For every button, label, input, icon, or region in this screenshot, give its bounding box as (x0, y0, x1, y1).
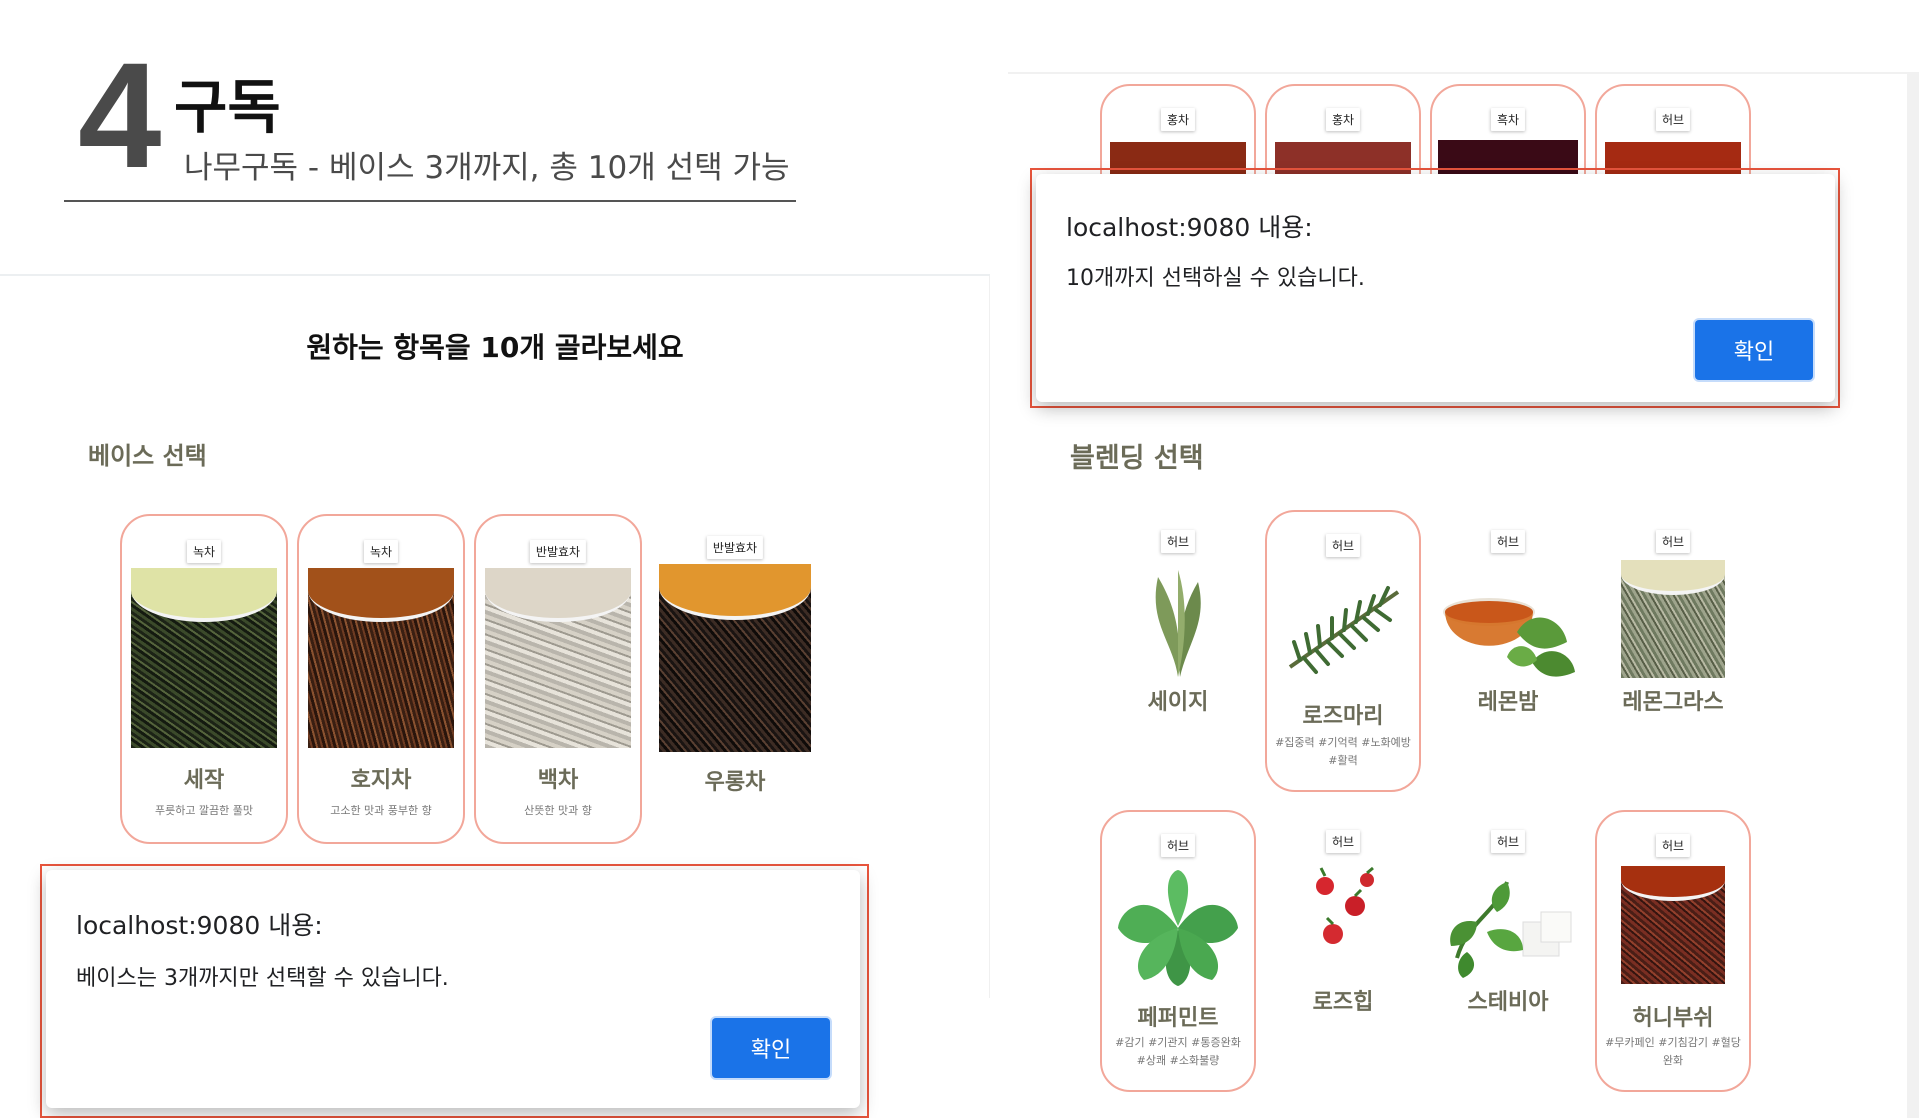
herb-description: #무카페인 #기침감기 #혈당완화 (1605, 1036, 1741, 1067)
base-card-baekcha[interactable]: 반발효차 백차 산뜻한 맛과 향 (474, 514, 642, 844)
herb-name: 레몬그라스 (1622, 690, 1724, 715)
step-number: 4 (78, 31, 161, 199)
blend-card-sage[interactable]: 허브 세이지 (1100, 510, 1256, 715)
herb-name: 페퍼민트 (1137, 1006, 1219, 1031)
base-card-hojicha[interactable]: 녹차 호지차 고소한 맛과 풍부한 향 (297, 514, 465, 844)
blend-card-honeybush[interactable]: 허브 허니부쉬 #무카페인 #기침감기 #혈당완화 (1595, 810, 1751, 1092)
blend-card-peppermint[interactable]: 허브 페퍼민트 #감기 #기관지 #통증완화 #상쾌 #소화불량 (1100, 810, 1256, 1092)
herb-name: 로즈힙 (1312, 990, 1374, 1015)
category-tag: 허브 (1655, 530, 1691, 553)
alert-confirm-button[interactable]: 확인 (1695, 320, 1813, 380)
category-tag: 허브 (1325, 534, 1361, 557)
base-section-label: 베이스 선택 (88, 442, 207, 470)
category-tag: 허브 (1655, 108, 1691, 131)
alert-message: 10개까지 선택하실 수 있습니다. (1066, 266, 1365, 291)
page-subtitle: 나무구독 - 베이스 3개까지, 총 10개 선택 가능 (184, 150, 790, 186)
herb-name: 세이지 (1147, 690, 1209, 715)
alert-title: localhost:9080 내용: (1066, 213, 1313, 242)
base-card-sejak[interactable]: 녹차 세작 푸릇하고 깔끔한 풀맛 (120, 514, 288, 844)
category-tag: 반발효차 (706, 536, 764, 559)
blend-card-rosehip[interactable]: 허브 로즈힙 (1265, 810, 1421, 1015)
title-divider (64, 200, 796, 202)
stevia-image (1450, 881, 1572, 978)
category-tag: 녹차 (363, 540, 399, 563)
sage-leaf-image (1155, 570, 1201, 677)
tea-name: 세작 (183, 768, 225, 793)
tea-description: 푸릇하고 깔끔한 풀맛 (154, 804, 254, 817)
scrollbar[interactable] (1907, 74, 1919, 1118)
page-title: 구독 (174, 73, 281, 141)
herb-name: 스테비아 (1467, 990, 1549, 1015)
panel-divider (989, 276, 990, 998)
category-tag: 흑차 (1490, 108, 1526, 131)
category-tag: 홍차 (1160, 108, 1196, 131)
category-tag: 허브 (1490, 830, 1526, 853)
blend-card-stevia[interactable]: 허브 스테비아 (1430, 810, 1586, 1015)
sejak-tea-image (131, 568, 277, 748)
category-tag: 반발효차 (529, 540, 587, 563)
blend-card-lemonbalm[interactable]: 허브 레몬밤 (1430, 510, 1586, 715)
tea-description: 고소한 맛과 풍부한 향 (330, 804, 432, 817)
tea-description: 산뜻한 맛과 향 (524, 804, 592, 817)
base-card-oolong[interactable]: 반발효차 우롱차 (651, 514, 819, 844)
honeybush-image (1621, 866, 1725, 984)
peppermint-image (1118, 870, 1238, 986)
category-tag: 허브 (1160, 530, 1196, 553)
selection-heading: 원하는 항목을 10개 골라보세요 (306, 331, 684, 364)
baekcha-tea-image (485, 568, 631, 748)
herb-name: 레몬밤 (1477, 690, 1539, 715)
herb-description: #집중력 #기억력 #노화예방 #활력 (1275, 736, 1411, 767)
oolong-tea-image (659, 564, 811, 752)
category-tag: 허브 (1325, 830, 1361, 853)
category-tag: 홍차 (1325, 108, 1361, 131)
lemongrass-image (1621, 560, 1725, 678)
herb-name: 로즈마리 (1302, 704, 1384, 729)
rosehip-image (1316, 866, 1374, 944)
blend-card-rosemary[interactable]: 허브 로즈마리 #집중력 #기억력 #노화예방 #활력 (1265, 510, 1421, 792)
alert-confirm-button[interactable]: 확인 (712, 1018, 830, 1078)
herb-description: #감기 #기관지 #통증완화 #상쾌 #소화불량 (1115, 1036, 1241, 1067)
tea-name: 호지차 (350, 768, 412, 793)
herb-name: 허니부쉬 (1632, 1006, 1714, 1031)
alert-title: localhost:9080 내용: (76, 911, 323, 940)
rosemary-image (1288, 586, 1400, 674)
category-tag: 허브 (1490, 530, 1526, 553)
tea-name: 우롱차 (704, 770, 766, 795)
category-tag: 허브 (1160, 834, 1196, 857)
alert-message: 베이스는 3개까지만 선택할 수 있습니다. (76, 966, 449, 991)
base-limit-alert-dialog: localhost:9080 내용: 베이스는 3개까지만 선택할 수 있습니다… (46, 870, 860, 1108)
hojicha-tea-image (308, 568, 454, 748)
category-tag: 녹차 (186, 540, 222, 563)
tea-name: 백차 (537, 768, 579, 793)
category-tag: 허브 (1655, 834, 1691, 857)
lemonbalm-image (1443, 598, 1575, 677)
total-limit-alert-dialog: localhost:9080 내용: 10개까지 선택하실 수 있습니다. 확인 (1036, 174, 1835, 402)
blend-card-lemongrass[interactable]: 허브 레몬그라스 (1595, 510, 1751, 715)
blend-section-label: 블렌딩 선택 (1070, 443, 1204, 474)
